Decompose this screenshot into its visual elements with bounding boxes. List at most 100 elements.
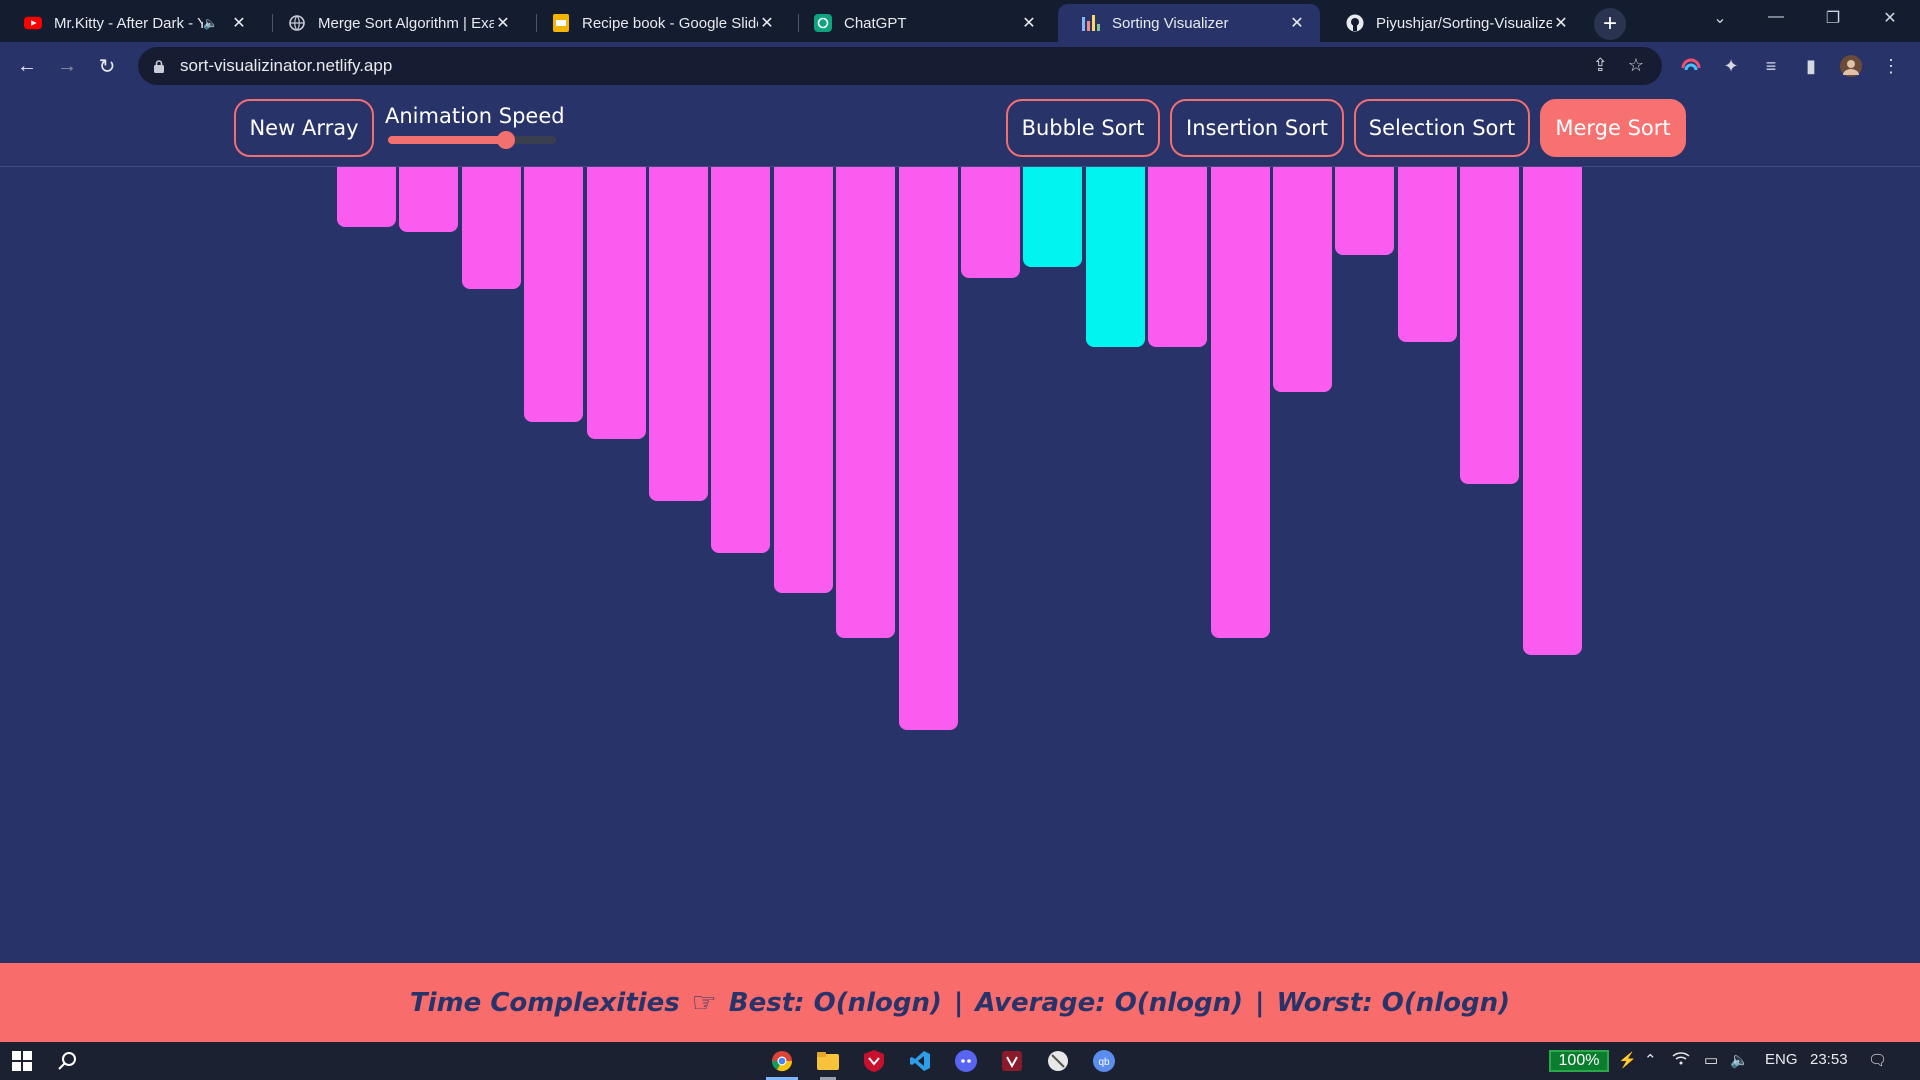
array-bar bbox=[1148, 167, 1208, 347]
time-complexities-label: Time Complexities bbox=[409, 987, 680, 1018]
notifications-icon[interactable]: 🗨 bbox=[1868, 1051, 1887, 1069]
power-plug-icon[interactable]: ⚡ bbox=[1618, 1051, 1637, 1069]
media-queue-icon[interactable]: ≡ bbox=[1760, 55, 1782, 77]
browser-tabstrip: Mr.Kitty - After Dark - YouTube 🔈 ✕ Merg… bbox=[0, 0, 1920, 42]
slider-thumb[interactable] bbox=[496, 131, 515, 149]
reload-icon[interactable]: ↻ bbox=[92, 51, 122, 81]
browser-tab-sorting-visualizer[interactable]: Sorting Visualizer ✕ bbox=[1058, 4, 1320, 42]
sketch-app-icon[interactable] bbox=[1044, 1047, 1072, 1075]
url-text: sort-visualizinator.netlify.app bbox=[180, 56, 393, 75]
array-bar bbox=[773, 167, 833, 593]
worst-case-complexity: Worst: O(nlogn) bbox=[1276, 987, 1511, 1018]
array-bar bbox=[898, 167, 958, 730]
array-bar bbox=[337, 167, 396, 227]
visualizer-toolbar: New Array Animation Speed Bubble Sort In… bbox=[0, 90, 1920, 167]
new-tab-button[interactable]: + bbox=[1594, 8, 1626, 40]
insertion-sort-button[interactable]: Insertion Sort bbox=[1170, 99, 1344, 157]
battery-indicator[interactable]: 100% bbox=[1549, 1050, 1609, 1072]
bar-chart-icon bbox=[1082, 14, 1100, 32]
array-bar-comparing bbox=[1085, 167, 1145, 347]
google-slides-icon bbox=[552, 14, 570, 32]
github-icon bbox=[1346, 14, 1364, 32]
svg-text:qb: qb bbox=[1098, 1057, 1110, 1068]
browser-tab-chatgpt[interactable]: ChatGPT ✕ bbox=[790, 4, 1052, 42]
animation-speed-slider[interactable] bbox=[388, 131, 556, 149]
separator: | bbox=[1254, 987, 1265, 1018]
selection-sort-button[interactable]: Selection Sort bbox=[1354, 99, 1530, 157]
close-tab-icon[interactable]: ✕ bbox=[1020, 13, 1038, 33]
array-bar bbox=[399, 167, 459, 232]
qbittorrent-icon[interactable]: qb bbox=[1090, 1047, 1118, 1075]
share-icon[interactable]: ⇪ bbox=[1593, 55, 1608, 76]
average-case-complexity: Average: O(nlogn) bbox=[975, 987, 1243, 1018]
extension-color-icon[interactable] bbox=[1680, 55, 1702, 77]
array-bar bbox=[1397, 167, 1457, 342]
array-bar bbox=[1210, 167, 1270, 638]
time-complexity-footer: Time Complexities ☞ Best: O(nlogn) | Ave… bbox=[0, 963, 1920, 1042]
chatgpt-icon bbox=[814, 14, 832, 32]
close-tab-icon[interactable]: ✕ bbox=[230, 13, 248, 33]
browser-tab-recipe-book[interactable]: Recipe book - Google Slides ✕ bbox=[528, 4, 790, 42]
clock[interactable]: 23:53 bbox=[1810, 1051, 1848, 1068]
windows-start-icon[interactable] bbox=[8, 1047, 36, 1075]
array-bar bbox=[961, 167, 1020, 278]
restore-icon[interactable]: ❐ bbox=[1813, 8, 1853, 28]
animation-speed-label: Animation Speed bbox=[385, 104, 565, 128]
chrome-menu-icon[interactable]: ⋮ bbox=[1880, 55, 1902, 77]
slider-fill bbox=[388, 136, 506, 144]
array-bar bbox=[1335, 167, 1395, 255]
discord-icon[interactable] bbox=[952, 1047, 980, 1075]
minimize-icon[interactable]: — bbox=[1756, 8, 1796, 26]
bookmark-star-icon[interactable]: ☆ bbox=[1628, 55, 1644, 76]
close-tab-icon[interactable]: ✕ bbox=[1288, 13, 1306, 33]
array-bar bbox=[1273, 167, 1332, 392]
array-bar-comparing bbox=[1023, 167, 1083, 267]
close-tab-icon[interactable]: ✕ bbox=[758, 13, 776, 33]
chrome-taskbar-icon[interactable] bbox=[768, 1047, 796, 1075]
array-bar bbox=[524, 167, 584, 422]
array-bar bbox=[586, 167, 646, 439]
wifi-icon[interactable] bbox=[1672, 1051, 1690, 1069]
browser-tab-github[interactable]: Piyushjar/Sorting-Visualizer ✕ bbox=[1322, 4, 1584, 42]
array-bars-area bbox=[0, 167, 1920, 963]
close-window-icon[interactable]: ✕ bbox=[1870, 8, 1910, 28]
puzzle-extensions-icon[interactable]: ✦ bbox=[1720, 55, 1742, 77]
merge-sort-button[interactable]: Merge Sort bbox=[1540, 99, 1686, 157]
array-bar bbox=[461, 167, 521, 289]
back-icon[interactable]: ← bbox=[12, 51, 42, 81]
show-hidden-icons-icon[interactable]: ⌃ bbox=[1644, 1051, 1657, 1069]
array-bar bbox=[836, 167, 896, 638]
lock-icon bbox=[154, 60, 164, 73]
language-indicator[interactable]: ENG bbox=[1765, 1051, 1798, 1068]
profile-avatar[interactable] bbox=[1840, 55, 1862, 77]
close-tab-icon[interactable]: ✕ bbox=[1552, 13, 1570, 33]
side-panel-icon[interactable]: ▮ bbox=[1800, 55, 1822, 77]
muted-speaker-icon[interactable]: 🔈 bbox=[203, 16, 218, 30]
array-bar bbox=[711, 167, 771, 553]
address-bar[interactable]: sort-visualizinator.netlify.app ⇪ ☆ bbox=[138, 47, 1662, 85]
volume-icon[interactable]: 🔈 bbox=[1730, 1051, 1749, 1069]
separator: | bbox=[953, 987, 964, 1018]
array-bar bbox=[649, 167, 708, 501]
youtube-icon bbox=[24, 14, 42, 32]
windows-taskbar: qb 100% ⚡ ⌃ ▭ 🔈 ENG 23:53 🗨 bbox=[0, 1042, 1920, 1080]
new-array-button[interactable]: New Array bbox=[234, 99, 374, 157]
search-icon[interactable] bbox=[54, 1047, 82, 1075]
best-case-complexity: Best: O(nlogn) bbox=[728, 987, 942, 1018]
bubble-sort-button[interactable]: Bubble Sort bbox=[1006, 99, 1160, 157]
vscode-icon[interactable] bbox=[906, 1047, 934, 1075]
forward-icon[interactable]: → bbox=[52, 51, 82, 81]
file-explorer-icon[interactable] bbox=[814, 1047, 842, 1075]
browser-tab-merge-sort[interactable]: Merge Sort Algorithm | Example ✕ bbox=[264, 4, 526, 42]
browser-tab-youtube[interactable]: Mr.Kitty - After Dark - YouTube 🔈 ✕ bbox=[0, 4, 262, 42]
array-bar bbox=[1460, 167, 1520, 484]
display-icon[interactable]: ▭ bbox=[1704, 1051, 1718, 1069]
array-bar bbox=[1522, 167, 1582, 655]
tab-search-icon[interactable]: ⌄ bbox=[1700, 8, 1740, 28]
mcafee-icon[interactable] bbox=[860, 1047, 888, 1075]
browser-toolbar: ← → ↻ sort-visualizinator.netlify.app ⇪ … bbox=[0, 42, 1920, 90]
close-tab-icon[interactable]: ✕ bbox=[494, 13, 512, 33]
pointing-hand-icon: ☞ bbox=[691, 986, 717, 1019]
vivaldi-icon[interactable] bbox=[998, 1047, 1026, 1075]
globe-icon bbox=[288, 14, 306, 32]
